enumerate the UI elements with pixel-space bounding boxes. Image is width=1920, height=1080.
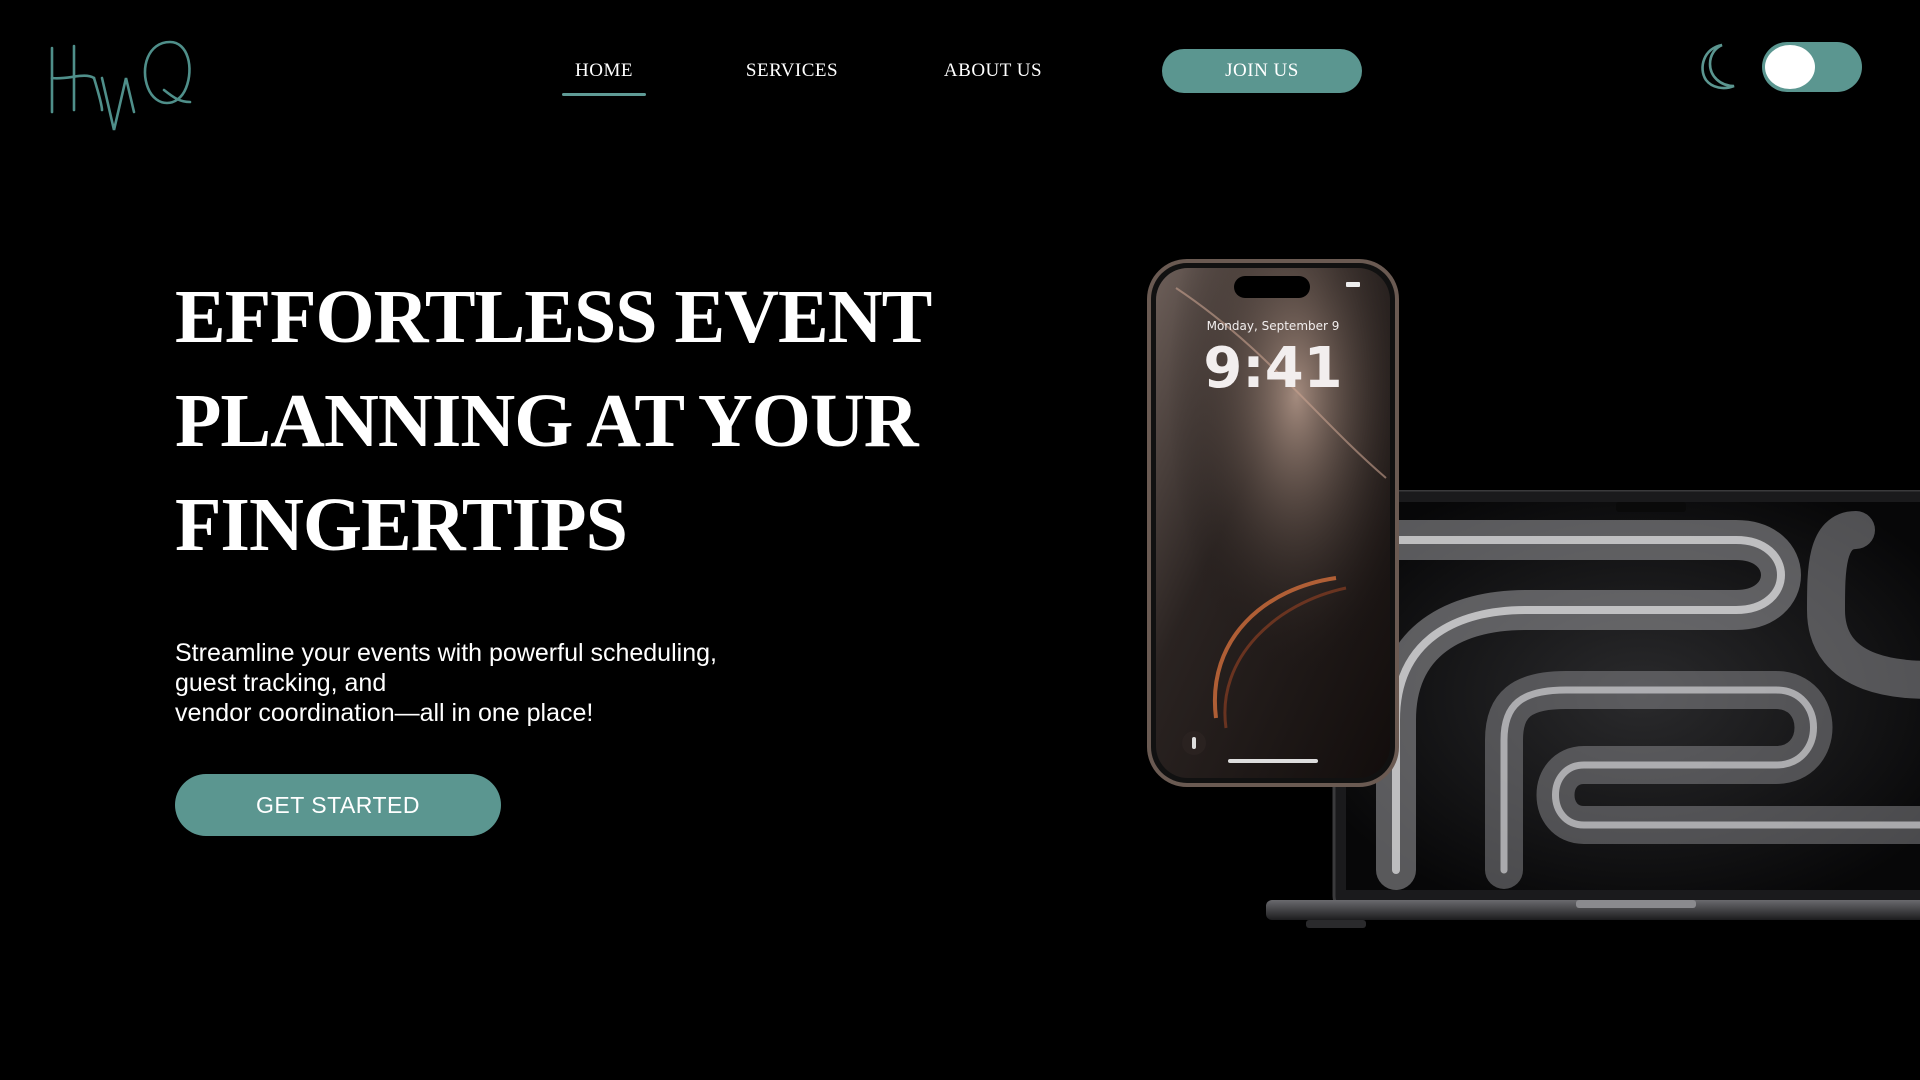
join-us-button[interactable]: JOIN US — [1162, 49, 1362, 93]
phone-date: Monday, September 9 — [1206, 319, 1340, 333]
moon-icon — [1701, 43, 1735, 90]
nav-item-home[interactable]: HOME — [560, 56, 648, 96]
hero-subtitle-line-2: guest tracking, and — [175, 669, 387, 697]
hero-title-line-3: FINGERTIPS — [175, 483, 628, 567]
hero-title-line-2: PLANNING AT YOUR — [175, 379, 919, 463]
nav-item-home-label: HOME — [575, 60, 633, 81]
active-underline — [562, 93, 646, 96]
dark-mode-toggle[interactable] — [1762, 42, 1862, 92]
get-started-button[interactable]: GET STARTED — [175, 774, 501, 836]
nav-item-services-label: SERVICES — [745, 60, 839, 81]
nav-item-services[interactable]: SERVICES — [736, 56, 848, 96]
hero-title-line-1: EFFORTLESS EVENT — [175, 275, 932, 359]
nav-item-about-us-label: ABOUT US — [943, 60, 1043, 81]
phone-image: Monday, September 9 9:41 — [1146, 258, 1400, 793]
hero-subtitle-line-3: vendor coordination—all in one place! — [175, 699, 594, 727]
hero-subtitle-line-1: Streamline your events with powerful sch… — [175, 639, 717, 667]
device-mockup: Monday, September 9 9:41 — [1140, 255, 1920, 955]
toggle-knob — [1765, 45, 1815, 89]
main-nav: HOME SERVICES ABOUT US — [0, 52, 1920, 102]
phone-time: 9:41 — [1203, 336, 1343, 401]
hero-title: EFFORTLESS EVENT PLANNING AT YOUR FINGER… — [175, 265, 932, 577]
hero-subtitle: Streamline your events with powerful sch… — [175, 638, 855, 728]
nav-item-about-us[interactable]: ABOUT US — [934, 56, 1052, 96]
